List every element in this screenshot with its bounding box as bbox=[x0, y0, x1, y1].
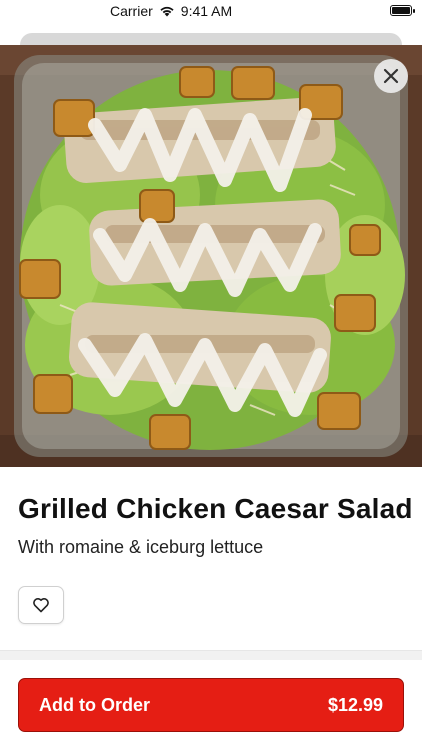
add-to-order-button[interactable]: Add to Order $12.99 bbox=[18, 678, 404, 732]
salad-photo-image bbox=[0, 45, 422, 467]
status-left: Carrier 9:41 AM bbox=[110, 3, 232, 19]
close-icon bbox=[383, 68, 399, 84]
carrier-label: Carrier bbox=[110, 3, 153, 19]
battery-icon bbox=[390, 5, 415, 16]
add-to-order-label: Add to Order bbox=[39, 694, 150, 715]
item-description: With romaine & iceburg lettuce bbox=[18, 537, 264, 557]
heart-icon bbox=[33, 598, 49, 613]
status-bar: Carrier 9:41 AM bbox=[0, 0, 422, 24]
item-name: Grilled Chicken Caesar Salad bbox=[18, 493, 413, 524]
clock-label: 9:41 AM bbox=[180, 3, 233, 19]
product-photo bbox=[0, 45, 422, 467]
close-button[interactable] bbox=[374, 59, 408, 93]
favorite-button[interactable] bbox=[18, 586, 64, 624]
order-price: $12.99 bbox=[327, 694, 383, 715]
wifi-icon bbox=[160, 6, 174, 17]
